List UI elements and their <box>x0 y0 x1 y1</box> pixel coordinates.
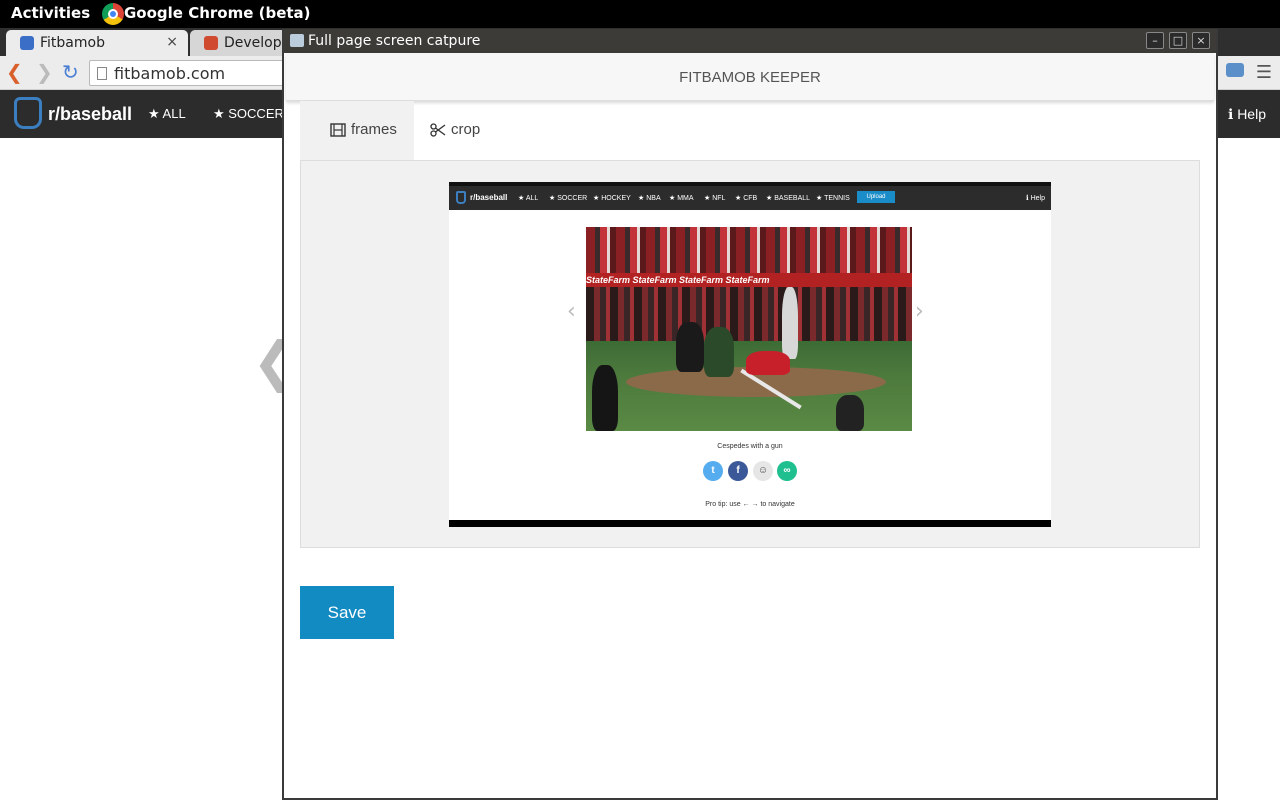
preview-nav-item: ★ ALL <box>518 195 539 202</box>
prev-arrow-icon: ‹ <box>567 299 576 324</box>
preview-nav-item: ★ SOCCER <box>549 195 588 202</box>
preview-help: ℹ Help <box>1025 195 1045 202</box>
facebook-icon: f <box>728 461 748 481</box>
preview-caption: Cespedes with a gun <box>717 443 783 450</box>
maximize-icon[interactable]: □ <box>1169 32 1187 49</box>
desktop-top-panel: Activities Google Chrome (beta) <box>0 0 1280 28</box>
camera-icon <box>290 34 304 47</box>
preview-nav-item: ★ BASEBALL <box>766 195 811 202</box>
tab-frames-label: frames <box>351 121 397 138</box>
scissors-icon <box>430 123 446 137</box>
help-link[interactable]: ℹ Help <box>1228 106 1266 123</box>
url-text: fitbamob.com <box>114 64 226 83</box>
player-figure <box>592 365 618 431</box>
player-figure <box>704 327 734 377</box>
window-title: Full page screen catpure <box>308 33 481 49</box>
player-figure <box>782 287 798 359</box>
site-logo-icon[interactable] <box>14 97 42 129</box>
crowd <box>586 227 912 273</box>
fitbamob-favicon-icon <box>20 36 34 50</box>
dugout-crowd <box>586 287 912 341</box>
link-icon: ∞ <box>777 461 797 481</box>
back-icon[interactable]: ❮ <box>6 61 23 83</box>
preview-nav-item: ★ NBA <box>638 195 661 202</box>
preview-upload-button: Upload <box>857 191 895 203</box>
preview-nav-item: ★ CFB <box>735 195 758 202</box>
forward-icon[interactable]: ❯ <box>36 61 53 83</box>
minimize-icon[interactable]: – <box>1146 32 1164 49</box>
tab-label: Fitbamob <box>40 35 105 51</box>
tab-crop-label: crop <box>451 121 481 138</box>
screen-capture-window: Full page screen catpure – □ × FITBAMOB … <box>282 29 1218 800</box>
window-titlebar: Full page screen catpure – □ × <box>284 29 1216 53</box>
mode-tabs: frames crop <box>300 101 1200 161</box>
baseball-photo: StateFarm StateFarm StateFarm StateFarm <box>586 227 912 431</box>
preview-nav-item: ★ TENNIS <box>816 195 850 202</box>
preview-nav-item: ★ MMA <box>669 195 694 202</box>
developer-favicon-icon <box>204 36 218 50</box>
nav-soccer[interactable]: ★ SOCCER <box>213 106 284 122</box>
preview-brand: r/baseball <box>470 193 508 202</box>
twitter-icon: t <box>703 461 723 481</box>
player-figure <box>676 322 704 372</box>
ad-banner: StateFarm StateFarm StateFarm StateFarm <box>586 273 912 287</box>
capture-preview-area: r/baseball ★ ALL ★ SOCCER ★ HOCKEY ★ NBA… <box>300 160 1200 548</box>
nav-all[interactable]: ★ ALL <box>148 106 186 122</box>
site-logo-icon <box>456 191 466 204</box>
reddit-icon: ☺ <box>753 461 773 481</box>
activities-button[interactable]: Activities <box>11 4 90 22</box>
reload-icon[interactable]: ↻ <box>62 61 79 83</box>
film-icon <box>330 123 346 137</box>
tab-frames[interactable]: frames <box>300 101 414 161</box>
address-bar[interactable]: fitbamob.com <box>89 60 289 86</box>
player-figure <box>746 351 790 375</box>
chrome-icon <box>102 3 124 25</box>
browser-tab-fitbamob[interactable]: Fitbamob × <box>6 30 188 56</box>
menu-icon[interactable]: ☰ <box>1256 62 1272 83</box>
next-arrow-icon: › <box>915 299 924 324</box>
save-button[interactable]: Save <box>300 586 394 639</box>
camera-icon[interactable] <box>1226 63 1244 77</box>
close-tab-icon[interactable]: × <box>166 34 178 50</box>
page-icon <box>97 67 107 80</box>
preview-nav-item: ★ HOCKEY <box>593 195 631 202</box>
preview-nav-item: ★ NFL <box>704 195 726 202</box>
preview-navbar: r/baseball ★ ALL ★ SOCCER ★ HOCKEY ★ NBA… <box>449 186 1051 210</box>
captured-page-thumbnail[interactable]: r/baseball ★ ALL ★ SOCCER ★ HOCKEY ★ NBA… <box>449 182 1051 527</box>
app-name[interactable]: Google Chrome (beta) <box>124 4 311 22</box>
preview-pro-tip: Pro tip: use ← → to navigate <box>705 501 795 508</box>
close-icon[interactable]: × <box>1192 32 1210 49</box>
player-figure <box>836 395 864 431</box>
site-brand[interactable]: r/baseball <box>48 104 132 125</box>
popup-header: FITBAMOB KEEPER <box>286 53 1214 101</box>
